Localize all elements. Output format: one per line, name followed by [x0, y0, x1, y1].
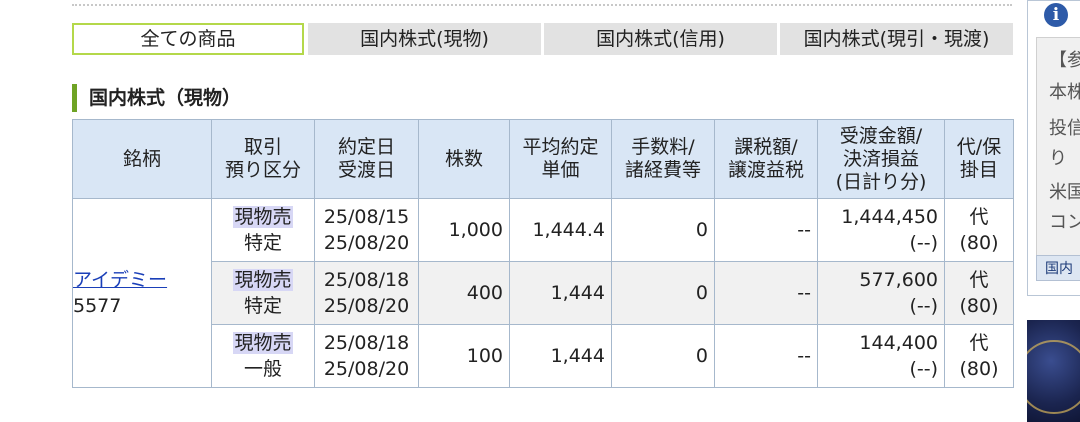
table-row: 現物売 特定 25/08/18 25/08/20 400 1,444 0 -- 57…	[73, 261, 1014, 325]
top-dotted-divider	[72, 4, 1012, 6]
notice-line: り	[1049, 148, 1067, 169]
trade-type-tag: 現物売	[233, 269, 293, 291]
fee-cell: 0	[611, 198, 715, 262]
info-notice-box: 【参 本株 投信 り 米国 コン	[1036, 37, 1080, 269]
header-fee: 手数料/諸経費等	[611, 119, 715, 199]
tab-domestic-delivery[interactable]: 国内株式(現引・現渡)	[780, 23, 1013, 55]
trade-type-cell: 現物売 特定	[211, 198, 315, 262]
trade-type-cell: 現物売 特定	[211, 261, 315, 325]
notice-line: 投信	[1049, 118, 1080, 139]
trade-type-tag: 現物売	[233, 206, 293, 228]
table-row: アイデミー 5577 現物売 特定 25/08/15 25/08/20 1,000 …	[72, 198, 1014, 388]
section-title: 国内株式（現物）	[72, 84, 241, 112]
tax-cell: --	[714, 324, 818, 388]
fee-cell: 0	[611, 261, 715, 325]
notice-line: 【参	[1049, 50, 1080, 71]
header-avg-price: 平均約定 単価	[509, 119, 612, 199]
promo-banner-image[interactable]	[1027, 320, 1080, 422]
header-dates: 約定日 受渡日	[314, 119, 419, 199]
stock-cell: アイデミー 5577	[72, 198, 212, 388]
date-cell: 25/08/15 25/08/20	[314, 198, 419, 262]
tax-cell: --	[714, 261, 818, 325]
amount-cell: 144,400 (--)	[817, 324, 945, 388]
info-side-panel: i 【参 本株 投信 り 米国 コン 国内	[1027, 0, 1080, 296]
price-cell: 1,444.4	[509, 198, 612, 262]
stock-code: 5577	[73, 295, 122, 317]
collateral-cell: 代 (80)	[944, 198, 1014, 262]
header-amount: 受渡金額/決済損益 (日計り分)	[817, 119, 945, 199]
product-tabs: 全ての商品 国内株式(現物) 国内株式(信用) 国内株式(現引・現渡)	[72, 23, 1013, 55]
shares-cell: 1,000	[418, 198, 510, 262]
trade-type-tag: 現物売	[233, 332, 293, 354]
date-cell: 25/08/18 25/08/20	[314, 324, 419, 388]
tax-cell: --	[714, 198, 818, 262]
notice-line: 米国	[1049, 182, 1080, 203]
price-cell: 1,444	[509, 261, 612, 325]
stock-name-link[interactable]: アイデミー	[73, 267, 211, 293]
info-icon: i	[1044, 3, 1068, 27]
shares-cell: 100	[418, 324, 510, 388]
price-cell: 1,444	[509, 324, 612, 388]
trade-type-cell: 現物売 一般	[211, 324, 315, 388]
fee-cell: 0	[611, 324, 715, 388]
header-trade-account: 取引 預り区分	[211, 119, 315, 199]
amount-cell: 577,600 (--)	[817, 261, 945, 325]
banner-decoration	[1027, 340, 1080, 414]
header-collateral: 代/保 掛目	[944, 119, 1014, 199]
header-tax: 課税額/譲渡益税	[714, 119, 818, 199]
date-cell: 25/08/18 25/08/20	[314, 261, 419, 325]
notice-line: 本株	[1049, 82, 1080, 103]
trade-table: 銘柄 取引 預り区分 約定日 受渡日 株数 平均約定 単価 手数料/諸経費等 課税額/…	[72, 119, 1014, 388]
table-header-row: 銘柄 取引 預り区分 約定日 受渡日 株数 平均約定 単価 手数料/諸経費等 課税額/…	[72, 119, 1014, 199]
collateral-cell: 代 (80)	[944, 324, 1014, 388]
tab-domestic-cash[interactable]: 国内株式(現物)	[308, 23, 541, 55]
notice-line: コン	[1049, 212, 1080, 233]
header-stock: 銘柄	[72, 119, 212, 199]
tab-domestic-margin[interactable]: 国内株式(信用)	[544, 23, 777, 55]
tab-all-products[interactable]: 全ての商品	[72, 23, 304, 55]
amount-cell: 1,444,450 (--)	[817, 198, 945, 262]
side-domestic-button[interactable]: 国内	[1036, 255, 1080, 281]
header-shares: 株数	[418, 119, 510, 199]
table-row: 現物売 一般 25/08/18 25/08/20 100 1,444 0 -- 14…	[73, 324, 1014, 388]
collateral-cell: 代 (80)	[944, 261, 1014, 325]
shares-cell: 400	[418, 261, 510, 325]
